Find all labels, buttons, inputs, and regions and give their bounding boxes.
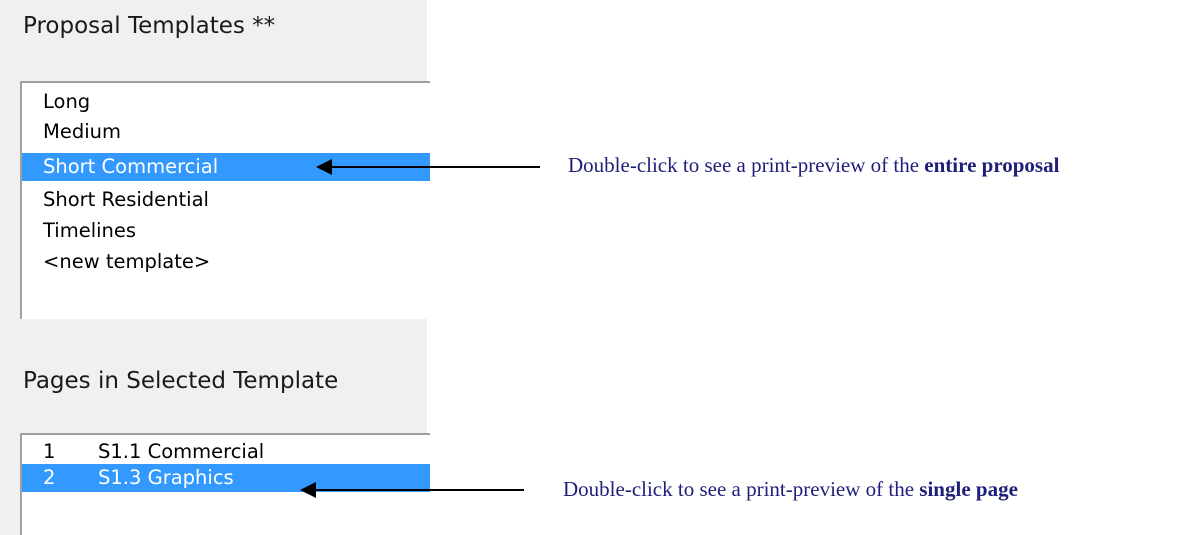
page-note-emphasis: single page [919,477,1018,501]
template-item-new-template[interactable]: <new template> [22,248,430,276]
pages-in-template-heading: Pages in Selected Template [23,368,339,394]
arrow-left-icon [316,159,540,175]
page-number: 1 [43,440,56,463]
page-number: 2 [43,466,56,489]
page-item-selected[interactable]: 2 S1.3 Graphics [22,464,430,492]
proposal-templates-heading: Proposal Templates ** [23,13,276,39]
page-label: S1.1 Commercial [98,440,265,463]
templates-listbox[interactable]: Long Medium Short Commercial Short Resid… [20,81,430,319]
pages-listbox[interactable]: 1 S1.1 Commercial 2 S1.3 Graphics [20,433,430,535]
template-double-click-note: Double-click to see a print-preview of t… [568,153,1060,177]
page-double-click-note: Double-click to see a print-preview of t… [563,477,1018,501]
arrow-left-icon [300,482,524,498]
template-item-timelines[interactable]: Timelines [22,217,430,245]
template-item-medium[interactable]: Medium [22,118,430,146]
template-note-emphasis: entire proposal [924,153,1060,177]
template-item-long[interactable]: Long [22,88,430,116]
page-item[interactable]: 1 S1.1 Commercial [22,438,430,466]
template-item-short-residential[interactable]: Short Residential [22,186,430,214]
page-label: S1.3 Graphics [98,466,234,489]
template-panel: Proposal Templates ** Long Medium Short … [0,0,430,535]
